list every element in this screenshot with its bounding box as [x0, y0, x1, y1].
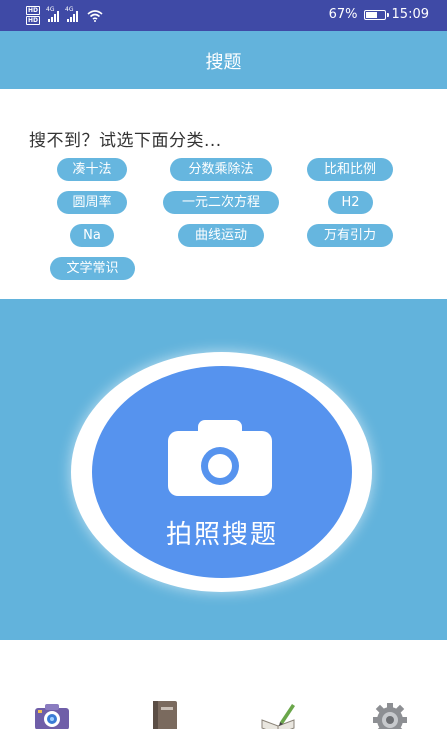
book-icon[interactable]	[145, 698, 185, 729]
category-chip[interactable]: 曲线运动	[178, 224, 264, 247]
signal-strength-icon: 4G	[46, 6, 60, 22]
camera-search-button[interactable]: 拍照搜题	[92, 366, 352, 578]
status-right: 67% 15:09	[329, 7, 429, 22]
camera-button-ring: 拍照搜题	[71, 352, 372, 592]
category-chip[interactable]: 比和比例	[307, 158, 393, 181]
page-title: 搜题	[205, 52, 242, 73]
notebook-pen-icon[interactable]	[258, 698, 298, 729]
network-type-label: 4G	[46, 5, 55, 13]
category-chip[interactable]: 凑十法	[57, 158, 127, 181]
settings-gear-icon[interactable]	[370, 698, 410, 729]
hd-badges: HD HD	[26, 6, 41, 25]
category-chip[interactable]: 万有引力	[307, 224, 393, 247]
bottom-nav	[0, 640, 447, 729]
camera-button-label: 拍照搜题	[165, 520, 278, 550]
category-section: 搜不到？试选下面分类... 凑十法 分数乘除法 比和比例 圆周率 一元二次方程 …	[0, 89, 447, 299]
battery-percent: 67%	[328, 7, 358, 22]
battery-level	[365, 11, 377, 18]
hd-badge: HD	[26, 16, 41, 25]
network-type-label: 4G	[65, 5, 74, 13]
hd-badge: HD	[26, 6, 41, 15]
signal-indicators: HD HD 4G 4G	[26, 6, 103, 25]
header-bar: 搜题	[0, 31, 447, 89]
wifi-icon	[87, 9, 103, 22]
category-chip[interactable]: Na	[70, 224, 114, 247]
camera-icon[interactable]	[32, 698, 72, 729]
photo-search-area: 拍照搜题	[0, 299, 447, 640]
category-chip[interactable]: 圆周率	[57, 191, 127, 214]
category-chip[interactable]: 一元二次方程	[163, 191, 279, 214]
clock: 15:09	[391, 7, 429, 22]
status-bar: HD HD 4G 4G 67% 15:09	[0, 0, 447, 31]
camera-icon	[168, 420, 272, 496]
battery-icon	[363, 9, 389, 20]
category-chip[interactable]: 文学常识	[50, 257, 135, 280]
category-chip[interactable]: 分数乘除法	[170, 158, 272, 181]
category-hint: 搜不到？试选下面分类...	[29, 131, 222, 151]
signal-strength-icon: 4G	[65, 6, 79, 22]
category-chip[interactable]: H2	[328, 191, 373, 214]
